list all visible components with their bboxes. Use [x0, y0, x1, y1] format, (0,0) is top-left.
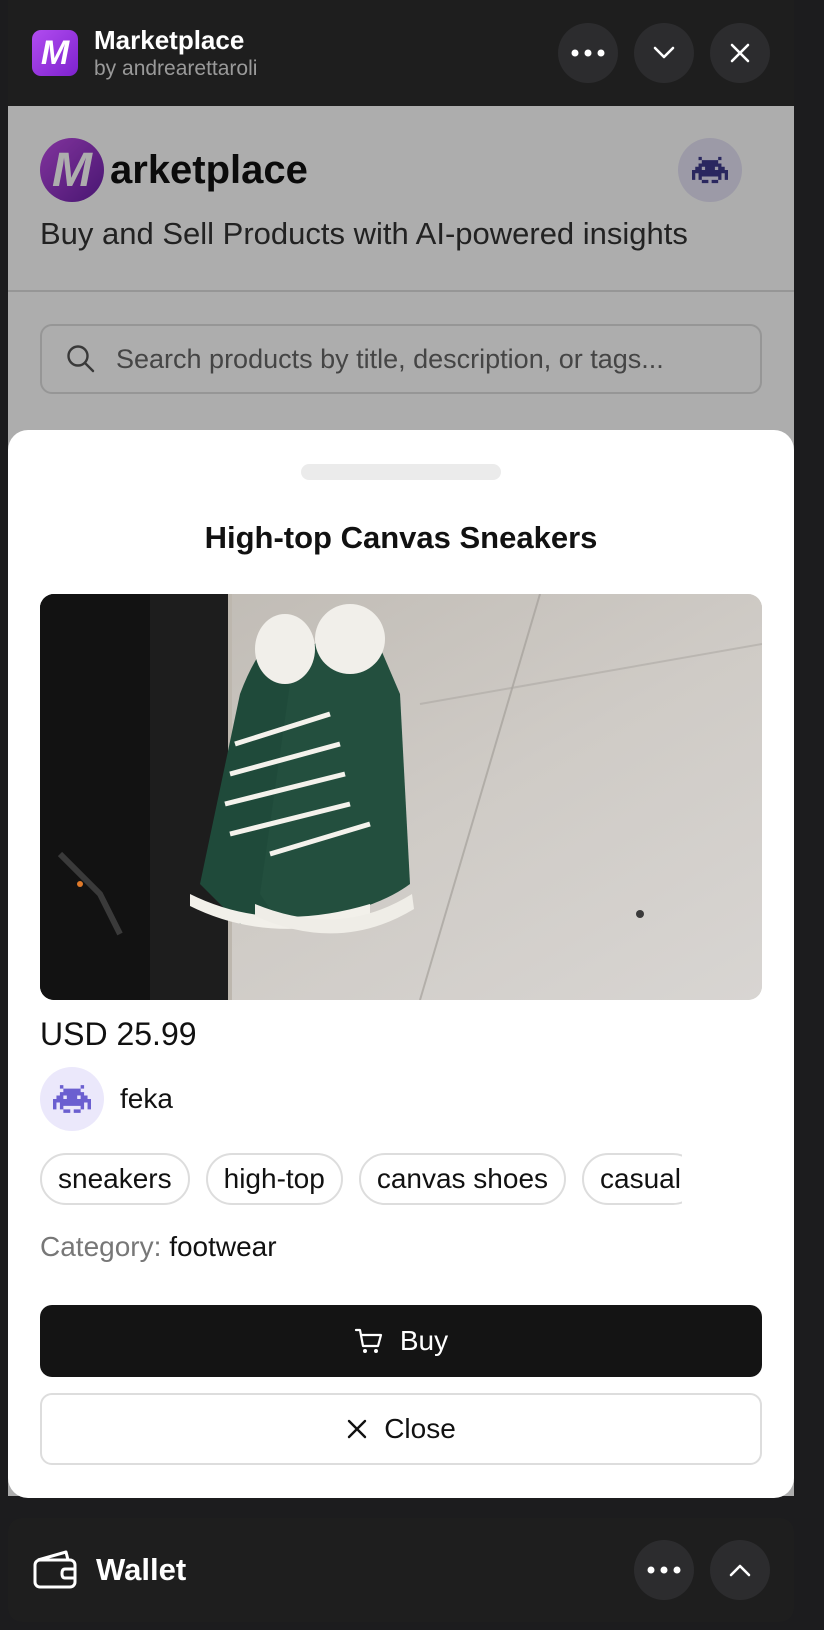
product-detail-sheet: High-top Canvas Sneakers USD 25.99 feka … [8, 430, 794, 1498]
ellipsis-icon [571, 49, 605, 57]
more-options-button[interactable] [558, 23, 618, 83]
wallet-icon [33, 1550, 77, 1589]
wallet-more-button[interactable] [634, 1540, 694, 1600]
product-image [40, 594, 762, 1000]
app-title: Marketplace [94, 25, 245, 55]
buy-button-label: Buy [399, 1325, 449, 1356]
drag-handle[interactable] [301, 464, 501, 480]
buy-button[interactable]: Buy [40, 1305, 762, 1377]
product-title: High-top Canvas Sneakers [204, 520, 598, 555]
chevron-down-icon [653, 46, 675, 59]
wallet-bar[interactable]: Wallet [8, 1518, 794, 1622]
wallet-expand-button[interactable] [710, 1540, 770, 1600]
cart-icon [354, 1328, 382, 1353]
tag-chip[interactable]: high-top [205, 1153, 343, 1205]
app-icon: M [32, 30, 78, 76]
seller-info: feka [40, 1067, 762, 1131]
app-titles: Marketplace by andrearettaroli [94, 24, 542, 82]
seller-avatar[interactable] [40, 1067, 104, 1131]
sneakers-photo [40, 594, 762, 1000]
close-icon [730, 43, 750, 63]
close-app-button[interactable] [710, 23, 770, 83]
ellipsis-icon [647, 1566, 681, 1574]
close-icon [348, 1419, 367, 1439]
tag-chip[interactable]: casual [582, 1153, 682, 1205]
category-value: footwear [169, 1231, 277, 1262]
close-button[interactable]: Close [40, 1393, 762, 1465]
minimize-button[interactable] [634, 23, 694, 83]
wallet-title: Wallet [96, 1552, 187, 1587]
tag-chip[interactable]: canvas shoes [358, 1153, 567, 1205]
app-author: by andrearettaroli [94, 57, 258, 80]
close-button-label: Close [384, 1413, 456, 1444]
product-price: USD 25.99 [40, 1016, 197, 1052]
seller-name[interactable]: feka [120, 1083, 173, 1115]
tag-list: sneakers high-top canvas shoes casual [40, 1153, 682, 1205]
tag-chip[interactable]: sneakers [40, 1153, 190, 1205]
category-label: Category: [40, 1231, 162, 1262]
app-header: M Marketplace by andrearettaroli [8, 0, 794, 106]
space-invader-icon [53, 1085, 91, 1113]
product-category: Category: footwear [40, 1231, 762, 1263]
chevron-up-icon [729, 1564, 751, 1577]
